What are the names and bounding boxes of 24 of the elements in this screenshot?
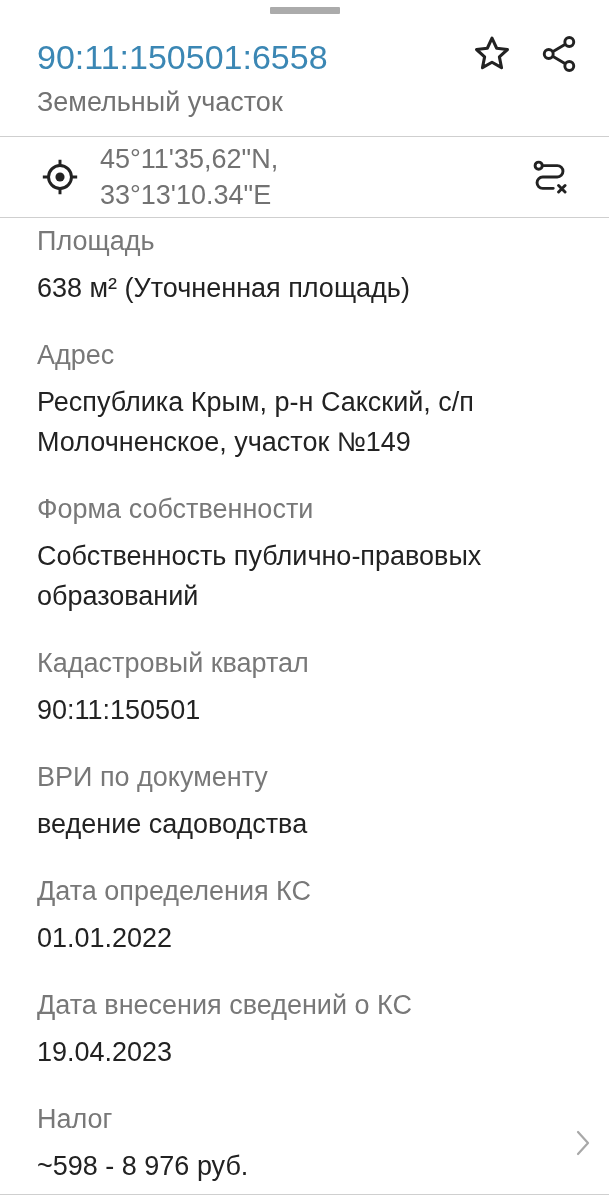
field-label: Дата определения КС bbox=[37, 875, 313, 908]
field-value: 01.01.2022 bbox=[37, 922, 174, 955]
locate-icon[interactable] bbox=[42, 159, 78, 195]
star-icon[interactable] bbox=[474, 36, 510, 72]
field-label: ВРИ по документу bbox=[37, 761, 269, 794]
coordinates-text: 45°11'35,62"N, 33°13'10.34"E bbox=[100, 143, 280, 212]
field-value: 90:11:150501 bbox=[37, 694, 202, 727]
field-value: ведение садоводства bbox=[37, 808, 309, 841]
object-type: Земельный участок bbox=[37, 86, 284, 119]
share-icon[interactable] bbox=[541, 36, 577, 72]
field-value: 638 м² (Уточненная площадь) bbox=[37, 272, 411, 305]
field-value: Республика Крым, р-н Сакский, с/п Молочненское, участок №149 bbox=[37, 386, 475, 459]
field-label: Кадастровый квартал bbox=[37, 647, 310, 680]
field-value: ~598 - 8 976 руб. bbox=[37, 1150, 250, 1183]
field-value: Собственность публично-правовых образований bbox=[37, 540, 483, 613]
route-icon[interactable] bbox=[533, 160, 567, 194]
field-label: Адрес bbox=[37, 339, 116, 372]
drag-handle[interactable] bbox=[269, 7, 340, 14]
field-label: Форма собственности bbox=[37, 493, 315, 526]
field-label: Налог bbox=[37, 1103, 114, 1136]
field-value: 19.04.2023 bbox=[37, 1036, 174, 1069]
cadastral-number: 90:11:150501:6558 bbox=[37, 37, 329, 78]
field-label: Дата внесения сведений о КС bbox=[37, 989, 413, 1022]
field-label: Площадь bbox=[37, 225, 156, 258]
